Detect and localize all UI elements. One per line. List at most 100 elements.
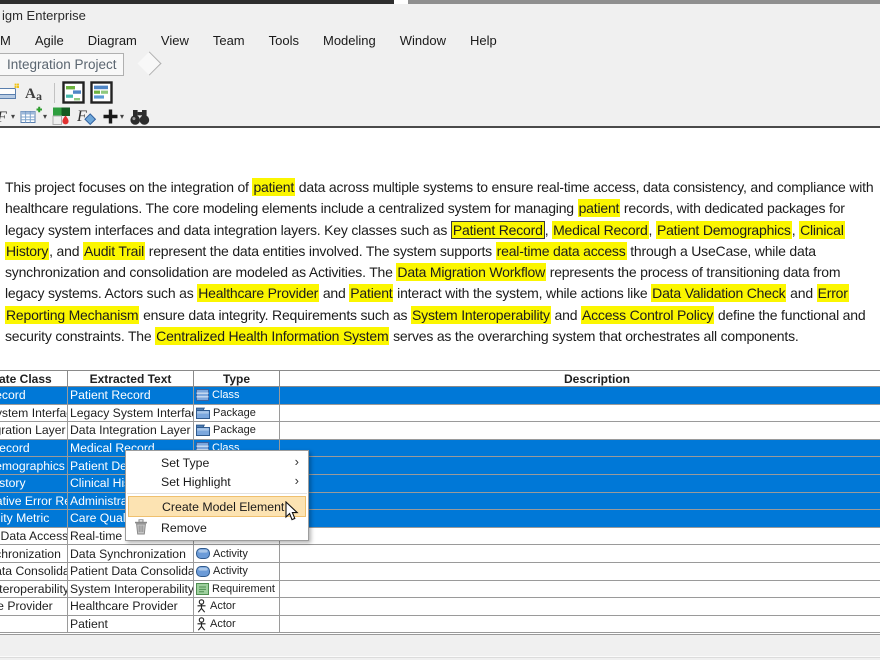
plus-add-button[interactable]: ▾ — [100, 104, 126, 128]
cell-candidate-class[interactable]: Clinical History — [0, 474, 68, 492]
cell-description[interactable] — [280, 439, 880, 457]
cell-candidate-class[interactable]: Data Synchronization — [0, 545, 68, 563]
project-tab[interactable]: Integration Project — [0, 53, 124, 76]
cell-candidate-class[interactable]: Real-time Data Access — [0, 527, 68, 545]
cell-type[interactable]: Package — [194, 422, 280, 440]
cell-candidate-class[interactable]: Data Integration Layer — [0, 422, 68, 440]
text-run: This project focuses on the integration … — [5, 179, 252, 195]
table-row[interactable]: Patient RecordPatient RecordClass — [0, 387, 880, 405]
text-highlight[interactable]: System Interoperability — [411, 306, 551, 324]
cell-candidate-class[interactable] — [0, 615, 68, 633]
cell-description[interactable] — [280, 422, 880, 440]
cell-extracted-text[interactable]: Patient — [68, 615, 194, 633]
cell-description[interactable] — [280, 404, 880, 422]
cell-description[interactable] — [280, 562, 880, 580]
menu-item-modeling[interactable]: Modeling — [311, 30, 388, 51]
table-row[interactable]: Healthcare ProviderHealthcare ProviderAc… — [0, 598, 880, 616]
table-row[interactable]: System InteroperabilitySystem Interopera… — [0, 580, 880, 598]
context-menu-item-remove[interactable]: Remove — [126, 517, 308, 538]
cell-type[interactable]: Requirement — [194, 580, 280, 598]
cell-extracted-text[interactable]: Legacy System Interface — [68, 404, 194, 422]
dropdown-caret-icon[interactable]: ▾ — [11, 112, 15, 121]
text-highlight[interactable]: Data Validation Check — [651, 284, 786, 302]
table-row[interactable]: Data Integration LayerData Integration L… — [0, 422, 880, 440]
cell-extracted-text[interactable]: Patient Data Consolidation — [68, 562, 194, 580]
find-binoculars-button[interactable] — [127, 104, 153, 128]
cell-description[interactable] — [280, 457, 880, 475]
cell-candidate-class[interactable]: Patient Record — [0, 387, 68, 405]
menu-item-window[interactable]: Window — [388, 30, 458, 51]
cell-type[interactable]: Class — [194, 387, 280, 405]
menu-item-view[interactable]: View — [149, 30, 201, 51]
text-highlight[interactable]: Medical Record — [552, 221, 648, 239]
text-highlight[interactable]: patient — [252, 178, 295, 196]
cell-candidate-class[interactable]: Administrative Error Reporting — [0, 492, 68, 510]
text-highlight[interactable]: Reporting Mechanism — [5, 306, 139, 324]
table-row[interactable]: Patient Data ConsolidationPatient Data C… — [0, 562, 880, 580]
font-aa-button[interactable]: Aa — [23, 81, 48, 105]
cell-extracted-text[interactable]: Patient Record — [68, 387, 194, 405]
cell-candidate-class[interactable]: Patient Data Consolidation — [0, 562, 68, 580]
context-menu-item-create-model-element[interactable]: Create Model Element — [128, 496, 306, 517]
cell-type[interactable]: Package — [194, 404, 280, 422]
cell-description[interactable] — [280, 387, 880, 405]
cell-type[interactable]: Activity — [194, 562, 280, 580]
cell-extracted-text[interactable]: System Interoperability — [68, 580, 194, 598]
cell-extracted-text[interactable]: Healthcare Provider — [68, 598, 194, 616]
cell-type[interactable]: Activity — [194, 545, 280, 563]
cell-type[interactable]: Actor — [194, 615, 280, 633]
menu-item-team[interactable]: Team — [201, 30, 257, 51]
menu-item-m[interactable]: M — [0, 30, 23, 51]
diagram-grid-button[interactable] — [88, 81, 115, 105]
cell-candidate-class[interactable]: Medical Record — [0, 439, 68, 457]
cell-extracted-text[interactable]: Data Synchronization — [68, 545, 194, 563]
cell-description[interactable] — [280, 598, 880, 616]
cell-description[interactable] — [280, 545, 880, 563]
menu-item-diagram[interactable]: Diagram — [76, 30, 149, 51]
menu-item-agile[interactable]: Agile — [23, 30, 76, 51]
text-highlight[interactable]: History — [5, 242, 49, 260]
format-f-button[interactable]: F▾ — [0, 104, 17, 128]
cell-candidate-class[interactable]: Care Quality Metric — [0, 510, 68, 528]
text-highlight[interactable]: patient — [578, 199, 621, 217]
app-window: igm Enterprise MAgileDiagramViewTeamTool… — [0, 0, 880, 660]
context-menu-item-set-highlight[interactable]: Set Highlight› — [126, 472, 308, 491]
text-highlight[interactable]: Centralized Health Information System — [155, 327, 389, 345]
cell-description[interactable] — [280, 615, 880, 633]
diagram-preview-button[interactable] — [60, 81, 87, 105]
cell-description[interactable] — [280, 474, 880, 492]
cell-type[interactable]: Actor — [194, 598, 280, 616]
color-fill-button[interactable] — [50, 104, 74, 128]
table-row[interactable]: Data SynchronizationData Synchronization… — [0, 545, 880, 563]
cell-description[interactable] — [280, 580, 880, 598]
dropdown-caret-icon[interactable]: ▾ — [120, 112, 124, 121]
text-highlight[interactable]: real-time data access — [496, 242, 627, 260]
cell-candidate-class[interactable]: Healthcare Provider — [0, 598, 68, 616]
cell-candidate-class[interactable]: System Interoperability — [0, 580, 68, 598]
transform-f-button[interactable]: F — [75, 104, 99, 128]
text-highlight[interactable]: Data Migration Workflow — [396, 263, 546, 281]
cell-description[interactable] — [280, 510, 880, 528]
table-row[interactable]: Legacy System InterfaceLegacy System Int… — [0, 404, 880, 422]
table-new-button[interactable]: ▾ — [18, 104, 49, 128]
new-note-button[interactable] — [0, 81, 22, 105]
text-highlight[interactable]: Error — [817, 284, 849, 302]
text-highlight[interactable]: Patient — [349, 284, 393, 302]
cell-candidate-class[interactable]: Patient Demographics — [0, 457, 68, 475]
text-highlight[interactable]: Audit Trail — [83, 242, 145, 260]
text-highlight[interactable]: Healthcare Provider — [197, 284, 319, 302]
cell-description[interactable] — [280, 527, 880, 545]
context-menu-item-set-type[interactable]: Set Type› — [126, 453, 308, 472]
menu-item-help[interactable]: Help — [458, 30, 509, 51]
type-label: Package — [213, 424, 256, 436]
cell-extracted-text[interactable]: Data Integration Layer — [68, 422, 194, 440]
cell-candidate-class[interactable]: Legacy System Interface — [0, 404, 68, 422]
table-row[interactable]: PatientActor — [0, 615, 880, 633]
text-highlight[interactable]: Patient Demographics — [656, 221, 792, 239]
cell-description[interactable] — [280, 492, 880, 510]
text-highlight[interactable]: Access Control Policy — [581, 306, 714, 324]
text-highlight-selected[interactable]: Patient Record — [451, 221, 545, 239]
text-highlight[interactable]: Clinical — [799, 221, 845, 239]
dropdown-caret-icon[interactable]: ▾ — [43, 112, 47, 121]
menu-item-tools[interactable]: Tools — [257, 30, 311, 51]
